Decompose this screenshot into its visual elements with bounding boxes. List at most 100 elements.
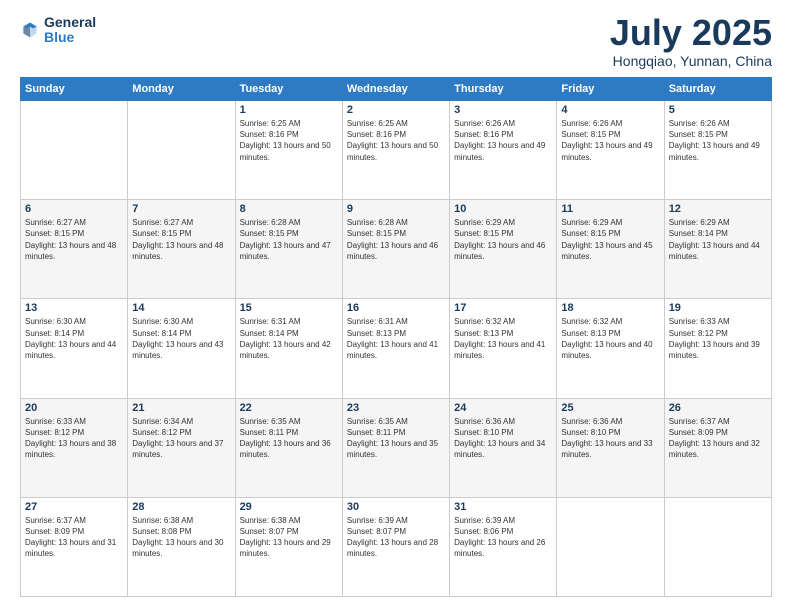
day-number: 26 bbox=[669, 402, 767, 414]
title-section: July 2025 Hongqiao, Yunnan, China bbox=[610, 15, 772, 69]
day-info: Sunrise: 6:29 AMSunset: 8:14 PMDaylight:… bbox=[669, 217, 767, 262]
day-info: Sunrise: 6:28 AMSunset: 8:15 PMDaylight:… bbox=[240, 217, 338, 262]
day-info: Sunrise: 6:36 AMSunset: 8:10 PMDaylight:… bbox=[454, 416, 552, 461]
page: General Blue July 2025 Hongqiao, Yunnan,… bbox=[0, 0, 792, 612]
table-row: 11 Sunrise: 6:29 AMSunset: 8:15 PMDayligh… bbox=[557, 200, 664, 299]
table-row: 28 Sunrise: 6:38 AMSunset: 8:08 PMDayligh… bbox=[128, 497, 235, 596]
day-number: 27 bbox=[25, 501, 123, 513]
day-info: Sunrise: 6:31 AMSunset: 8:13 PMDaylight:… bbox=[347, 316, 445, 361]
day-number: 16 bbox=[347, 302, 445, 314]
day-number: 9 bbox=[347, 203, 445, 215]
day-info: Sunrise: 6:36 AMSunset: 8:10 PMDaylight:… bbox=[561, 416, 659, 461]
table-row bbox=[664, 497, 771, 596]
table-row: 8 Sunrise: 6:28 AMSunset: 8:15 PMDaylight… bbox=[235, 200, 342, 299]
day-info: Sunrise: 6:29 AMSunset: 8:15 PMDaylight:… bbox=[454, 217, 552, 262]
day-info: Sunrise: 6:38 AMSunset: 8:07 PMDaylight:… bbox=[240, 515, 338, 560]
day-info: Sunrise: 6:34 AMSunset: 8:12 PMDaylight:… bbox=[132, 416, 230, 461]
day-number: 21 bbox=[132, 402, 230, 414]
day-info: Sunrise: 6:37 AMSunset: 8:09 PMDaylight:… bbox=[669, 416, 767, 461]
col-saturday: Saturday bbox=[664, 78, 771, 101]
table-row: 23 Sunrise: 6:35 AMSunset: 8:11 PMDayligh… bbox=[342, 398, 449, 497]
table-row bbox=[128, 101, 235, 200]
table-row: 14Sunrise: 6:30 AMSunset: 8:14 PMDayligh… bbox=[128, 299, 235, 398]
day-info: Sunrise: 6:39 AMSunset: 8:06 PMDaylight:… bbox=[454, 515, 552, 560]
table-row: 27Sunrise: 6:37 AMSunset: 8:09 PMDayligh… bbox=[21, 497, 128, 596]
header: General Blue July 2025 Hongqiao, Yunnan,… bbox=[20, 15, 772, 69]
day-info: Sunrise: 6:28 AMSunset: 8:15 PMDaylight:… bbox=[347, 217, 445, 262]
day-info: Sunrise: 6:29 AMSunset: 8:15 PMDaylight:… bbox=[561, 217, 659, 262]
day-number: 5 bbox=[669, 104, 767, 116]
col-tuesday: Tuesday bbox=[235, 78, 342, 101]
day-number: 28 bbox=[132, 501, 230, 513]
day-number: 19 bbox=[669, 302, 767, 314]
table-row: 20 Sunrise: 6:33 AMSunset: 8:12 PMDayligh… bbox=[21, 398, 128, 497]
calendar-week-row: 20 Sunrise: 6:33 AMSunset: 8:12 PMDayligh… bbox=[21, 398, 772, 497]
table-row: 7 Sunrise: 6:27 AMSunset: 8:15 PMDaylight… bbox=[128, 200, 235, 299]
day-info: Sunrise: 6:32 AMSunset: 8:13 PMDaylight:… bbox=[454, 316, 552, 361]
day-info: Sunrise: 6:33 AMSunset: 8:12 PMDaylight:… bbox=[25, 416, 123, 461]
day-number: 29 bbox=[240, 501, 338, 513]
day-number: 13 bbox=[25, 302, 123, 314]
day-info: Sunrise: 6:27 AMSunset: 8:15 PMDaylight:… bbox=[132, 217, 230, 262]
day-info: Sunrise: 6:31 AMSunset: 8:14 PMDaylight:… bbox=[240, 316, 338, 361]
day-number: 2 bbox=[347, 104, 445, 116]
day-number: 30 bbox=[347, 501, 445, 513]
day-number: 23 bbox=[347, 402, 445, 414]
logo: General Blue bbox=[20, 15, 96, 46]
logo-text: General Blue bbox=[44, 15, 96, 46]
table-row bbox=[21, 101, 128, 200]
table-row: 10 Sunrise: 6:29 AMSunset: 8:15 PMDayligh… bbox=[450, 200, 557, 299]
table-row: 17 Sunrise: 6:32 AMSunset: 8:13 PMDayligh… bbox=[450, 299, 557, 398]
day-info: Sunrise: 6:25 AMSunset: 8:16 PMDaylight:… bbox=[347, 118, 445, 163]
day-number: 8 bbox=[240, 203, 338, 215]
day-info: Sunrise: 6:30 AMSunset: 8:14 PMDaylight:… bbox=[25, 316, 123, 361]
day-info: Sunrise: 6:27 AMSunset: 8:15 PMDaylight:… bbox=[25, 217, 123, 262]
table-row: 18Sunrise: 6:32 AMSunset: 8:13 PMDayligh… bbox=[557, 299, 664, 398]
day-number: 11 bbox=[561, 203, 659, 215]
calendar-week-row: 13 Sunrise: 6:30 AMSunset: 8:14 PMDayligh… bbox=[21, 299, 772, 398]
day-number: 7 bbox=[132, 203, 230, 215]
table-row: 22 Sunrise: 6:35 AMSunset: 8:11 PMDayligh… bbox=[235, 398, 342, 497]
day-number: 1 bbox=[240, 104, 338, 116]
logo-general: General bbox=[44, 15, 96, 30]
day-number: 14 bbox=[132, 302, 230, 314]
day-info: Sunrise: 6:25 AMSunset: 8:16 PMDaylight:… bbox=[240, 118, 338, 163]
table-row: 15 Sunrise: 6:31 AMSunset: 8:14 PMDayligh… bbox=[235, 299, 342, 398]
table-row: 19Sunrise: 6:33 AMSunset: 8:12 PMDayligh… bbox=[664, 299, 771, 398]
table-row: 16 Sunrise: 6:31 AMSunset: 8:13 PMDayligh… bbox=[342, 299, 449, 398]
day-info: Sunrise: 6:35 AMSunset: 8:11 PMDaylight:… bbox=[347, 416, 445, 461]
calendar-week-row: 27Sunrise: 6:37 AMSunset: 8:09 PMDayligh… bbox=[21, 497, 772, 596]
logo-blue: Blue bbox=[44, 30, 96, 45]
day-info: Sunrise: 6:38 AMSunset: 8:08 PMDaylight:… bbox=[132, 515, 230, 560]
table-row: 25 Sunrise: 6:36 AMSunset: 8:10 PMDayligh… bbox=[557, 398, 664, 497]
col-wednesday: Wednesday bbox=[342, 78, 449, 101]
col-thursday: Thursday bbox=[450, 78, 557, 101]
col-monday: Monday bbox=[128, 78, 235, 101]
col-sunday: Sunday bbox=[21, 78, 128, 101]
day-number: 25 bbox=[561, 402, 659, 414]
day-number: 24 bbox=[454, 402, 552, 414]
day-info: Sunrise: 6:26 AMSunset: 8:15 PMDaylight:… bbox=[669, 118, 767, 163]
table-row: 26 Sunrise: 6:37 AMSunset: 8:09 PMDayligh… bbox=[664, 398, 771, 497]
table-row: 13 Sunrise: 6:30 AMSunset: 8:14 PMDayligh… bbox=[21, 299, 128, 398]
day-number: 20 bbox=[25, 402, 123, 414]
day-number: 22 bbox=[240, 402, 338, 414]
day-number: 3 bbox=[454, 104, 552, 116]
calendar-table: Sunday Monday Tuesday Wednesday Thursday… bbox=[20, 77, 772, 597]
col-friday: Friday bbox=[557, 78, 664, 101]
day-info: Sunrise: 6:26 AMSunset: 8:16 PMDaylight:… bbox=[454, 118, 552, 163]
table-row bbox=[557, 497, 664, 596]
table-row: 9 Sunrise: 6:28 AMSunset: 8:15 PMDaylight… bbox=[342, 200, 449, 299]
day-number: 15 bbox=[240, 302, 338, 314]
day-number: 10 bbox=[454, 203, 552, 215]
location: Hongqiao, Yunnan, China bbox=[610, 53, 772, 69]
calendar-week-row: 6Sunrise: 6:27 AMSunset: 8:15 PMDaylight… bbox=[21, 200, 772, 299]
table-row: 21 Sunrise: 6:34 AMSunset: 8:12 PMDayligh… bbox=[128, 398, 235, 497]
table-row: 5 Sunrise: 6:26 AMSunset: 8:15 PMDaylight… bbox=[664, 101, 771, 200]
day-info: Sunrise: 6:35 AMSunset: 8:11 PMDaylight:… bbox=[240, 416, 338, 461]
table-row: 29 Sunrise: 6:38 AMSunset: 8:07 PMDayligh… bbox=[235, 497, 342, 596]
table-row: 30Sunrise: 6:39 AMSunset: 8:07 PMDayligh… bbox=[342, 497, 449, 596]
day-number: 17 bbox=[454, 302, 552, 314]
day-number: 18 bbox=[561, 302, 659, 314]
table-row: 12Sunrise: 6:29 AMSunset: 8:14 PMDayligh… bbox=[664, 200, 771, 299]
